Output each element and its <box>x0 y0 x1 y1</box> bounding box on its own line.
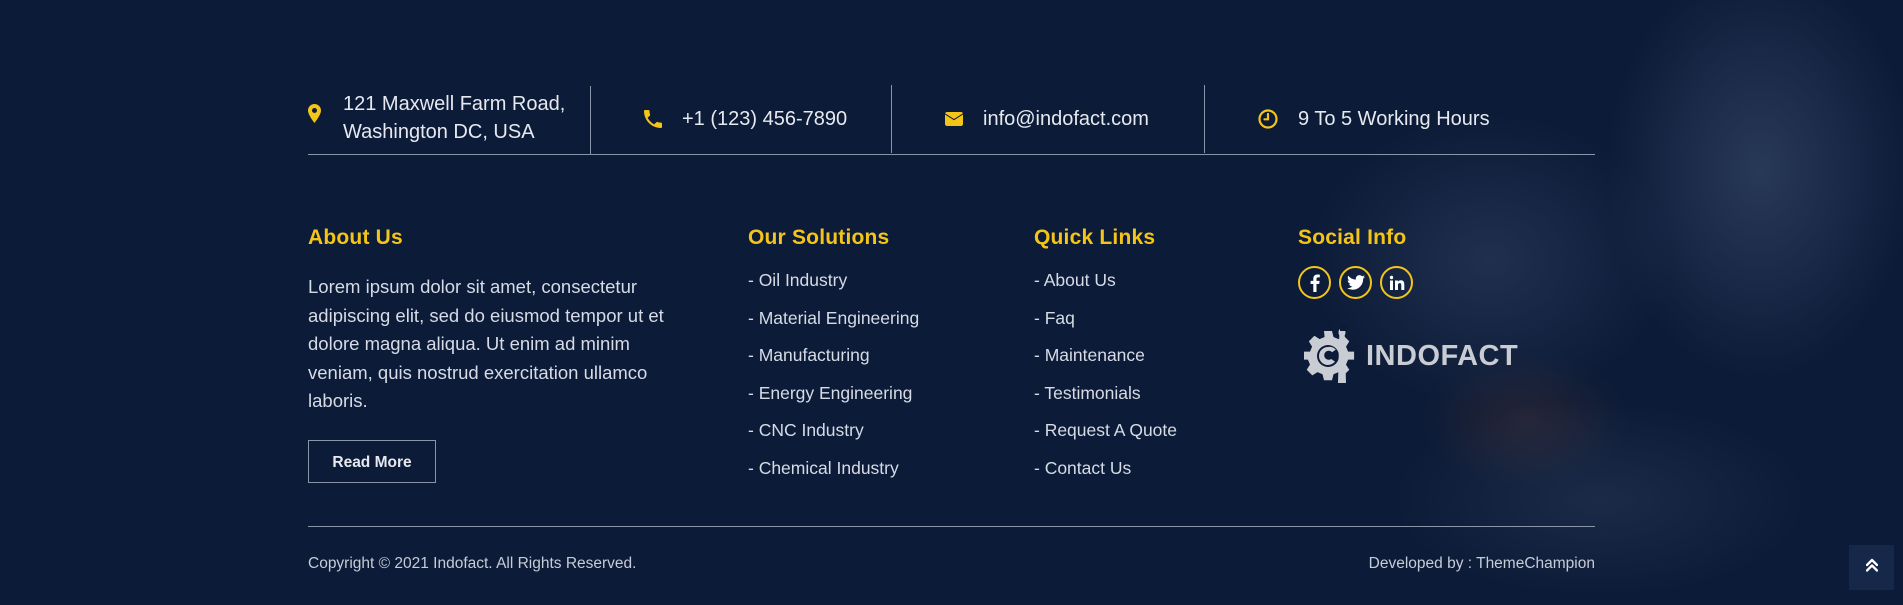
double-chevron-up-icon <box>1865 558 1878 577</box>
solutions-column: Our Solutions - Oil Industry - Material … <box>748 226 919 495</box>
contact-bar: 121 Maxwell Farm Road, Washington DC, US… <box>308 85 1595 155</box>
solution-link-material[interactable]: - Material Engineering <box>748 308 919 346</box>
developed-by-text[interactable]: Developed by : ThemeChampion <box>1369 555 1595 573</box>
contact-phone[interactable]: +1 (123) 456-7890 <box>591 85 892 153</box>
scroll-to-top-button[interactable] <box>1849 545 1894 590</box>
contact-address: 121 Maxwell Farm Road, Washington DC, US… <box>308 86 591 154</box>
phone-icon <box>644 110 662 128</box>
solutions-heading: Our Solutions <box>748 226 890 249</box>
quick-links-heading: Quick Links <box>1034 226 1156 249</box>
read-more-button[interactable]: Read More <box>308 439 436 483</box>
about-heading: About Us <box>308 226 403 249</box>
solution-link-energy[interactable]: - Energy Engineering <box>748 383 919 421</box>
solution-link-manufacturing[interactable]: - Manufacturing <box>748 345 919 383</box>
phone-text[interactable]: +1 (123) 456-7890 <box>682 108 847 131</box>
logo-text: INDOFACT <box>1366 340 1519 372</box>
solutions-list: - Oil Industry - Material Engineering - … <box>748 270 919 495</box>
map-pin-icon <box>308 104 321 123</box>
envelope-icon <box>945 112 963 126</box>
social-column: Social Info INDOFACT <box>1298 226 1518 390</box>
quick-links-column: Quick Links - About Us - Faq - Maintenan… <box>1034 226 1177 495</box>
solution-link-cnc[interactable]: - CNC Industry <box>748 420 919 458</box>
about-text: Lorem ipsum dolor sit amet, consectetur … <box>308 276 664 411</box>
quick-links-list: - About Us - Faq - Maintenance - Testimo… <box>1034 270 1177 495</box>
email-text[interactable]: info@indofact.com <box>983 108 1149 131</box>
linkedin-icon[interactable] <box>1380 266 1413 299</box>
twitter-icon[interactable] <box>1339 266 1372 299</box>
contact-email[interactable]: info@indofact.com <box>892 85 1205 153</box>
quick-link-faq[interactable]: - Faq <box>1034 308 1177 346</box>
social-icons <box>1298 266 1518 299</box>
about-column: About Us Lorem ipsum dolor sit amet, con… <box>308 226 668 483</box>
hours-text: 9 To 5 Working Hours <box>1298 107 1490 130</box>
quick-link-maintenance[interactable]: - Maintenance <box>1034 345 1177 383</box>
clock-icon <box>1258 109 1278 129</box>
gear-wrench-logo-icon <box>1298 323 1360 390</box>
quick-link-about[interactable]: - About Us <box>1034 270 1177 308</box>
copyright-text: Copyright © 2021 Indofact. All Rights Re… <box>308 555 637 572</box>
facebook-icon[interactable] <box>1298 266 1331 299</box>
contact-hours: 9 To 5 Working Hours <box>1205 85 1490 153</box>
quick-link-quote[interactable]: - Request A Quote <box>1034 420 1177 458</box>
indofact-logo[interactable]: INDOFACT <box>1298 323 1518 390</box>
solution-link-oil[interactable]: - Oil Industry <box>748 270 919 308</box>
address-text: 121 Maxwell Farm Road, Washington DC, US… <box>343 93 566 143</box>
quick-link-contact[interactable]: - Contact Us <box>1034 458 1177 496</box>
solution-link-chemical[interactable]: - Chemical Industry <box>748 458 919 496</box>
footer-divider <box>308 526 1595 527</box>
quick-link-testimonials[interactable]: - Testimonials <box>1034 383 1177 421</box>
social-heading: Social Info <box>1298 226 1407 249</box>
